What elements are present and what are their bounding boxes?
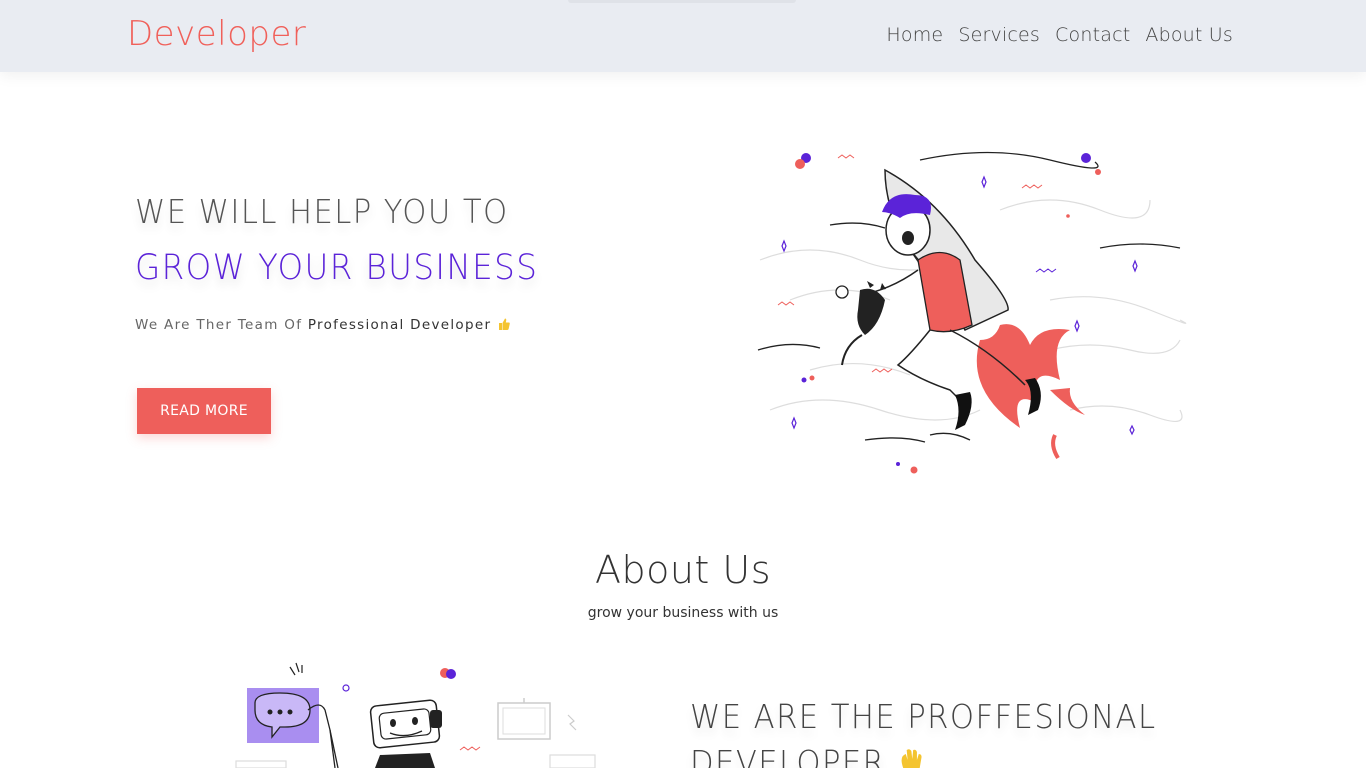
hero-subtitle: We Are Ther Team Of Professional Develop… [135, 317, 511, 333]
robot-chat-illustration [235, 662, 596, 768]
navbar-notch [568, 0, 796, 3]
about-heading-line1: WE ARE THE PROFFESIONAL [690, 697, 1157, 736]
nav-link-contact[interactable]: Contact [1055, 24, 1130, 46]
about-subtitle: grow your business with us [587, 605, 779, 621]
nav-link-about-us[interactable]: About Us [1145, 24, 1233, 46]
about-heading-line2: DEVELOPER [690, 743, 886, 768]
about-heading: WE ARE THE PROFFESIONAL DEVELOPER [690, 694, 1192, 768]
read-more-button[interactable]: READ MORE [137, 388, 271, 434]
rocket-man-with-cat-illustration [757, 151, 1187, 474]
hero-pre-title: WE WILL HELP YOU TO [135, 192, 509, 231]
nav-links: Home Services Contact About Us [886, 24, 1233, 46]
nav-link-home[interactable]: Home [886, 24, 943, 46]
nav-link-services[interactable]: Services [958, 24, 1040, 46]
hero-main-title: GROW YOUR BUSINESS [135, 248, 539, 288]
waving-hand-icon [901, 749, 922, 768]
brand-logo[interactable]: Developer [127, 14, 306, 54]
about-title: About Us [594, 548, 772, 592]
navbar: Developer Home Services Contact About Us [0, 0, 1366, 72]
hero-subtitle-strong: Professional Developer [307, 317, 492, 333]
thumbs-up-icon [498, 318, 510, 330]
hero-subtitle-plain: We Are Ther Team Of [135, 317, 308, 333]
